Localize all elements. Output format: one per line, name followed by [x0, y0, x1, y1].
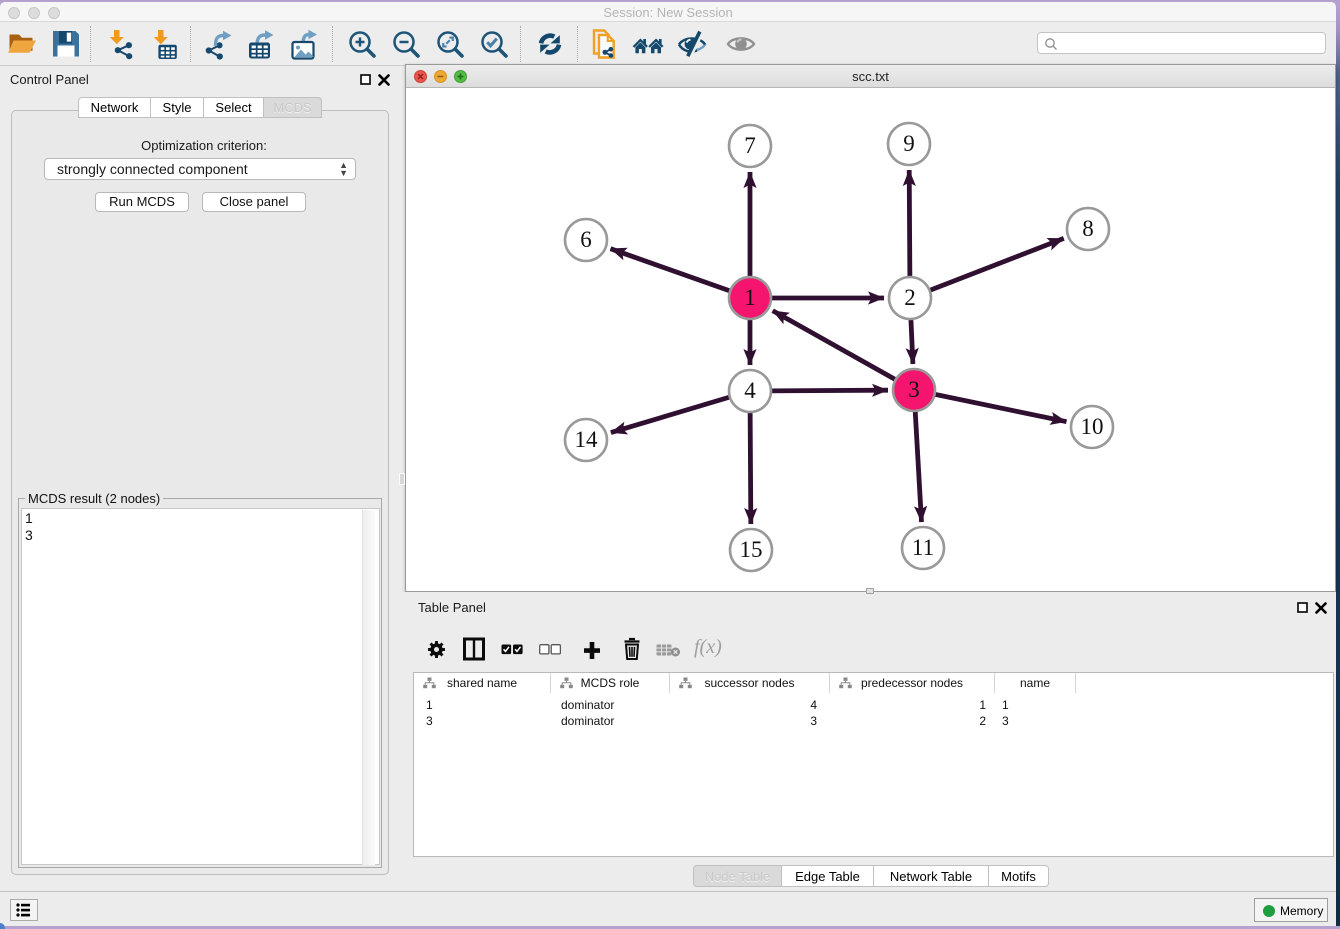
svg-text:10: 10 — [1081, 414, 1104, 439]
svg-text:2: 2 — [904, 285, 916, 310]
svg-text:8: 8 — [1082, 216, 1094, 241]
svg-text:11: 11 — [912, 535, 934, 560]
svg-text:6: 6 — [580, 227, 592, 252]
svg-text:7: 7 — [744, 133, 756, 158]
svg-text:15: 15 — [740, 537, 763, 562]
svg-text:1: 1 — [744, 285, 756, 310]
svg-text:4: 4 — [744, 378, 756, 403]
svg-text:14: 14 — [575, 427, 599, 452]
svg-text:3: 3 — [908, 377, 920, 402]
svg-text:9: 9 — [903, 131, 915, 156]
